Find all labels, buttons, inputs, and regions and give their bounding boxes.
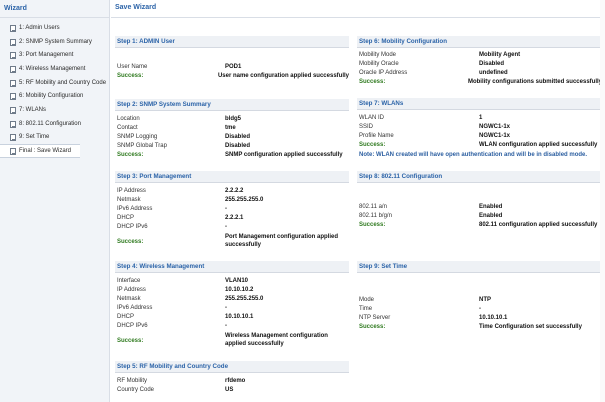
sidebar-title: Wizard [0,0,109,18]
detail-row: User Name POD1 [117,64,242,70]
sidebar-item-label: 1: Admin Users [19,24,60,31]
sidebar-item-label: 5: RF Mobility and Country Code [19,79,107,86]
sidebar-item-set-time[interactable]: 9: Set Time [0,131,109,145]
detail-row: 802.11 a/n Enabled [359,204,503,210]
detail-row: DHCP IPv6- [117,323,227,329]
step9-section: Step 9: Set Time Mode NTP Time - NTP Serve… [357,261,602,332]
detail-row: Mobility Oracle Disabled [359,61,505,67]
detail-row: Country Code US [117,387,234,393]
detail-row: Profile Name NGWC1-1x [359,133,511,139]
detail-row: Time - [359,306,481,312]
success-row: Success: Port Management configuration ap… [117,234,339,248]
checkmark-icon [10,134,16,142]
sidebar-item-label: 4: Wireless Management [19,65,86,72]
sidebar-item-mobility-configuration[interactable]: 6: Mobility Configuration [0,89,109,103]
section-header: Step 4: Wireless Management [115,261,349,273]
sidebar-item-save-wizard[interactable]: Final : Save Wizard [0,144,80,158]
success-row: Success: User name configuration applied … [117,73,349,79]
detail-row: Netmask 255.255.255.0 [117,197,264,203]
checkmark-icon [10,93,16,101]
section-header: Step 5: RF Mobility and Country Code [115,361,349,373]
detail-row: Netmask 255.255.255.0 [117,296,264,302]
detail-row: DHCP 2.2.2.1 [117,215,244,221]
checkmark-icon [10,106,16,114]
success-row: Success: Wireless Management configuratio… [117,333,328,347]
detail-row: Mobility Mode Mobility Agent [359,52,521,58]
detail-row: SNMP Global Trap Disabled [117,143,251,149]
step3-section: Step 3: Port Management IP Address 2.2.2.… [115,171,349,250]
detail-row: 802.11 b/g/n Enabled [359,213,503,219]
scrollbar[interactable] [600,0,605,402]
detail-row: Mode NTP [359,297,491,303]
step4-section: Step 4: Wireless Management Interface VLA… [115,261,349,349]
sidebar-item-label: 9: Set Time [19,134,50,141]
detail-row: NTP Server 10.10.10.1 [359,315,508,321]
checkmark-icon [10,38,16,46]
section-header: Step 9: Set Time [357,261,602,273]
success-row: Success: Time Configuration set successfu… [359,324,582,330]
section-header: Step 6: Mobility Configuration [357,36,602,48]
sidebar-item-label: 8: 802.11 Configuration [19,120,81,127]
detail-row: IP Address 10.10.10.2 [117,287,254,293]
main-panel: Save Wizard Step 1: ADMIN User User Name… [111,0,605,402]
checkmark-icon [10,24,16,32]
detail-row: SSID NGWC1-1x [359,124,511,130]
detail-row: IP Address 2.2.2.2 [117,188,244,194]
success-row: Success: 802.11 configuration applied suc… [359,222,598,228]
detail-row: Interface VLAN10 [117,278,249,284]
detail-row: DHCP IPv6- [117,224,227,230]
detail-row: Location bldg5 [117,116,241,122]
sidebar-item-admin-users[interactable]: 1: Admin Users [0,21,109,35]
checkmark-icon [10,148,16,156]
sidebar-item-port-management[interactable]: 3: Port Management [0,48,109,62]
detail-row: RF Mobility rfdemo [117,378,246,384]
sidebar-item-wireless-management[interactable]: 4: Wireless Management [0,62,109,76]
section-header: Step 7: WLANs [357,98,602,110]
step5-section: Step 5: RF Mobility and Country Code RF … [115,361,349,395]
success-row: Success: WLAN configuration applied succe… [359,142,598,148]
sidebar-item-snmp-system-summary[interactable]: 2: SNMP System Summary [0,35,109,49]
sidebar-item-label: 7: WLANs [19,106,47,113]
wizard-sidebar: Wizard 1: Admin Users 2: SNMP System Sum… [0,0,110,402]
success-row: Success: SNMP configuration applied succe… [117,152,343,158]
detail-row: WLAN ID 1 [359,115,483,121]
sidebar-item-label: 3: Port Management [19,52,74,59]
detail-row: DHCP 10.10.10.1 [117,314,254,320]
step7-section: Step 7: WLANs WLAN ID 1 SSID NGWC1-1x Prof… [357,98,602,160]
sidebar-item-rf-mobility[interactable]: 5: RF Mobility and Country Code [0,76,109,90]
detail-row: Oracle IP Address undefined [359,70,508,76]
detail-row: IPv6 Address - [117,305,227,311]
sidebar-item-label: 2: SNMP System Summary [19,38,92,45]
checkmark-icon [10,65,16,73]
detail-row: Contact tme [117,125,236,131]
step8-section: Step 8: 802.11 Configuration 802.11 a/n E… [357,171,602,230]
checkmark-icon [10,79,16,87]
sidebar-item-label: Final : Save Wizard [19,148,72,155]
sidebar-item-80211-configuration[interactable]: 8: 802.11 Configuration [0,117,109,131]
section-header: Step 3: Port Management [115,171,349,183]
checkmark-icon [10,120,16,128]
detail-row: IPv6 Address - [117,206,227,212]
success-row: Success: Mobility configurations submitte… [359,79,602,85]
page-title: Save Wizard [111,0,605,18]
detail-row: SNMP Logging Disabled [117,134,251,140]
wlan-note: Note: WLAN created will have open authen… [359,152,588,158]
section-header: Step 1: ADMIN User [115,36,349,48]
step1-section: Step 1: ADMIN User User Name POD1 Success… [115,36,349,81]
checkmark-icon [10,52,16,60]
step2-section: Step 2: SNMP System Summary Location bldg… [115,99,349,160]
sidebar-item-wlans[interactable]: 7: WLANs [0,103,109,117]
sidebar-item-label: 6: Mobility Configuration [19,93,84,100]
sidebar-list: 1: Admin Users 2: SNMP System Summary 3:… [0,18,109,158]
section-header: Step 2: SNMP System Summary [115,99,349,111]
step6-section: Step 6: Mobility Configuration Mobility … [357,36,602,87]
section-header: Step 8: 802.11 Configuration [357,171,602,183]
